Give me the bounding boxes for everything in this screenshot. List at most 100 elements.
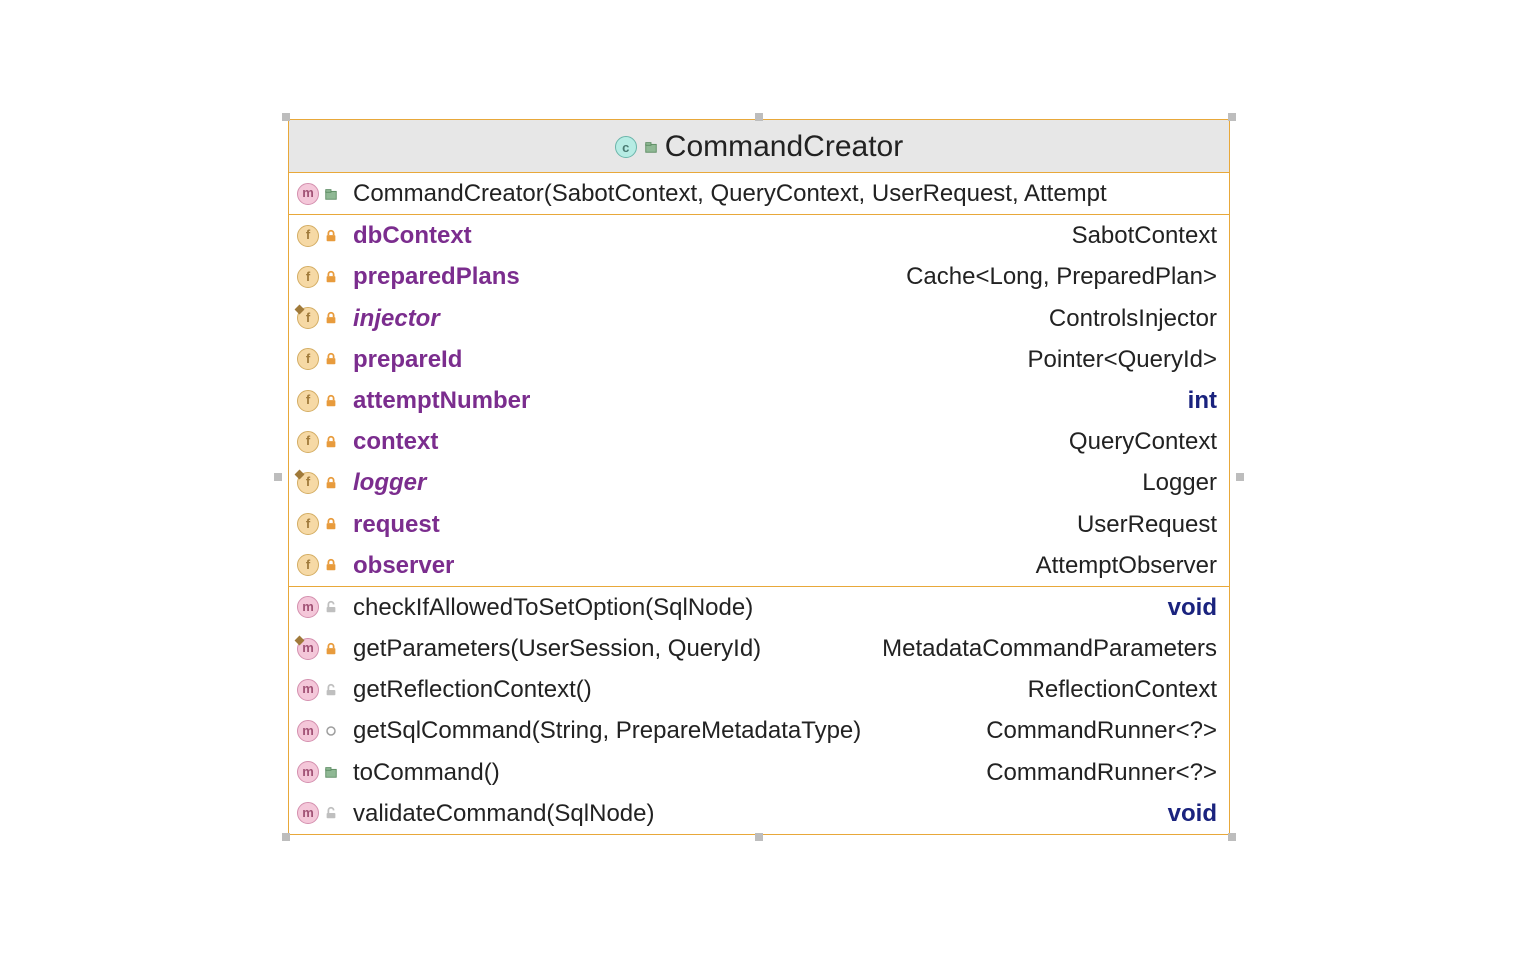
member-row[interactable]: m getParameters(UserSession, QueryId) Meta… [289, 628, 1229, 669]
package-visibility-icon [323, 186, 339, 202]
member-type: int [1188, 385, 1217, 416]
member-name: CommandCreator(SabotContext, QueryContex… [353, 178, 1107, 209]
member-icons: f [297, 225, 347, 247]
open-visibility-icon [323, 599, 339, 615]
member-type: Cache<Long, PreparedPlan> [906, 261, 1217, 292]
member-name: request [353, 509, 440, 540]
member-row[interactable]: fobserverAttemptObserver [289, 545, 1229, 586]
member-name: dbContext [353, 220, 472, 251]
lock-visibility-icon [323, 475, 339, 491]
member-name: logger [353, 467, 426, 498]
member-icons: m [297, 720, 347, 742]
member-name: checkIfAllowedToSetOption(SqlNode) [353, 592, 753, 623]
member-row[interactable]: m validateCommand(SqlNode) void [289, 793, 1229, 834]
member-name: context [353, 426, 438, 457]
resize-handle[interactable] [1228, 113, 1236, 121]
member-icons: f [297, 472, 347, 494]
lock-visibility-icon [323, 516, 339, 532]
member-type: MetadataCommandParameters [882, 633, 1217, 664]
method-icon: m [297, 720, 319, 742]
member-row[interactable]: f dbContext SabotContext [289, 214, 1229, 256]
resize-handle[interactable] [755, 113, 763, 121]
member-row[interactable]: f prepareId Pointer<QueryId> [289, 339, 1229, 380]
lock-visibility-icon [323, 434, 339, 450]
lock-visibility-icon [323, 351, 339, 367]
member-row[interactable]: mgetReflectionContext()ReflectionContext [289, 669, 1229, 710]
field-icon: f [297, 348, 319, 370]
member-row[interactable]: f logger Logger [289, 462, 1229, 503]
member-row[interactable]: m checkIfAllowedToSetOption(SqlNode) void [289, 586, 1229, 628]
member-icons: f [297, 513, 347, 535]
member-icons: m [297, 761, 347, 783]
field-icon: f [297, 390, 319, 412]
member-icons: f [297, 390, 347, 412]
member-row[interactable]: mtoCommand()CommandRunner<?> [289, 752, 1229, 793]
member-icons: m [297, 802, 347, 824]
member-type: void [1168, 592, 1217, 623]
resize-handle[interactable] [274, 473, 282, 481]
field-icon: f [297, 266, 319, 288]
member-icons: m [297, 638, 347, 660]
lock-visibility-icon [323, 228, 339, 244]
field-icon: f [297, 431, 319, 453]
method-icon: m [297, 802, 319, 824]
member-name: prepareId [353, 344, 462, 375]
member-name: getParameters(UserSession, QueryId) [353, 633, 761, 664]
member-type: QueryContext [1069, 426, 1217, 457]
member-name: preparedPlans [353, 261, 520, 292]
member-row[interactable]: m getSqlCommand(String, PrepareMetadataTy… [289, 710, 1229, 751]
circle-visibility-icon [323, 723, 339, 739]
resize-handle[interactable] [755, 833, 763, 841]
field-icon: f [297, 307, 319, 329]
member-type: ControlsInjector [1049, 303, 1217, 334]
resize-handle[interactable] [282, 113, 290, 121]
member-icons: f [297, 431, 347, 453]
member-name: toCommand() [353, 757, 500, 788]
class-icon: c [615, 136, 637, 158]
class-box[interactable]: c CommandCreator m CommandCreator(SabotCo… [288, 119, 1230, 835]
member-icons: f [297, 266, 347, 288]
member-row[interactable]: f attemptNumber int [289, 380, 1229, 421]
method-icon: m [297, 679, 319, 701]
field-icon: f [297, 554, 319, 576]
open-visibility-icon [323, 682, 339, 698]
package-visibility-icon [323, 764, 339, 780]
method-icon: m [297, 596, 319, 618]
member-name: observer [353, 550, 454, 581]
member-list: m CommandCreator(SabotContext, QueryConte… [289, 173, 1229, 834]
member-row[interactable]: f request UserRequest [289, 504, 1229, 545]
member-type: ReflectionContext [1028, 674, 1217, 705]
member-row[interactable]: f preparedPlans Cache<Long, PreparedPlan> [289, 256, 1229, 297]
member-row[interactable]: f injector ControlsInjector [289, 298, 1229, 339]
member-icons: f [297, 348, 347, 370]
field-icon: f [297, 513, 319, 535]
lock-visibility-icon [323, 393, 339, 409]
field-icon: f [297, 472, 319, 494]
method-icon: m [297, 638, 319, 660]
class-header: c CommandCreator [289, 120, 1229, 173]
member-row[interactable]: f context QueryContext [289, 421, 1229, 462]
resize-handle[interactable] [282, 833, 290, 841]
uml-class-diagram[interactable]: c CommandCreator m CommandCreator(SabotCo… [288, 119, 1230, 835]
member-name: injector [353, 303, 440, 334]
member-type: UserRequest [1077, 509, 1217, 540]
member-type: SabotContext [1072, 220, 1217, 251]
member-type: Pointer<QueryId> [1028, 344, 1217, 375]
member-name: getSqlCommand(String, PrepareMetadataTyp… [353, 715, 861, 746]
member-type: Logger [1142, 467, 1217, 498]
lock-visibility-icon [323, 557, 339, 573]
member-icons: m [297, 679, 347, 701]
class-name: CommandCreator [665, 130, 903, 164]
resize-handle[interactable] [1228, 833, 1236, 841]
method-icon: m [297, 183, 319, 205]
member-icons: m [297, 183, 347, 205]
member-name: attemptNumber [353, 385, 530, 416]
member-name: validateCommand(SqlNode) [353, 798, 654, 829]
member-row[interactable]: m CommandCreator(SabotContext, QueryConte… [289, 173, 1229, 214]
lock-visibility-icon [323, 269, 339, 285]
method-icon: m [297, 761, 319, 783]
package-visibility-icon [643, 139, 659, 155]
member-type: void [1168, 798, 1217, 829]
resize-handle[interactable] [1236, 473, 1244, 481]
lock-visibility-icon [323, 641, 339, 657]
